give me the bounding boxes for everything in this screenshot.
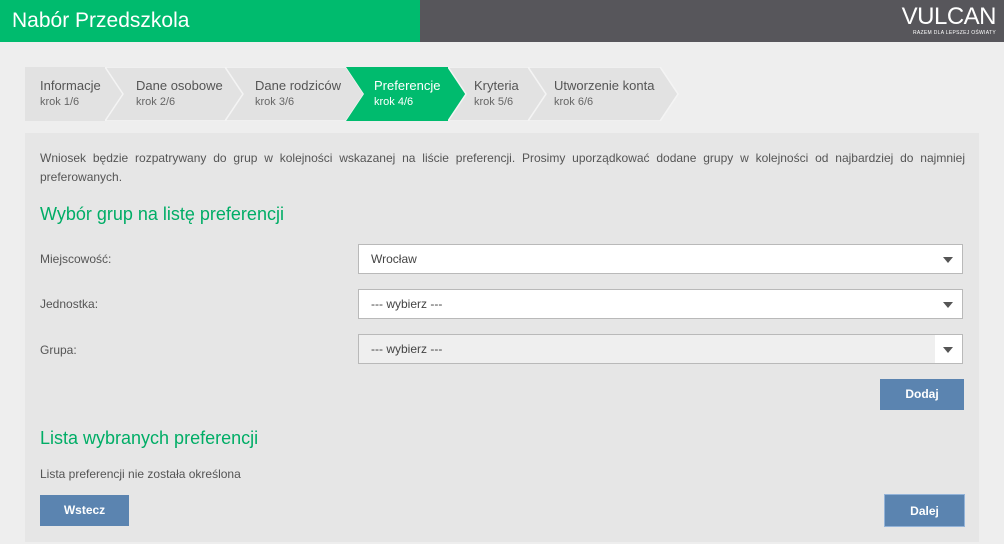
app-title: Nabór Przedszkola [0,0,420,42]
step-label: Dane osobowe [136,78,223,93]
header-bar: VULCAN RAZEM DLA LEPSZEJ OŚWIATY [420,0,1004,42]
chevron-down-icon [943,302,953,308]
add-button[interactable]: Dodaj [880,379,964,410]
logo-text: VULCAN [901,3,997,30]
chevron-down-icon [943,347,953,353]
step-label: Informacje [40,78,101,93]
unit-select-value: --- wybierz --- [371,297,443,311]
empty-list-message: Lista preferencji nie została określona [40,467,241,481]
next-button[interactable]: Dalej [884,494,965,527]
step-label: Kryteria [474,78,519,93]
unit-select[interactable]: --- wybierz --- [358,289,963,319]
preferences-panel: Wniosek będzie rozpatrywany do grup w ko… [25,133,979,542]
step-number: krok 5/6 [474,96,514,108]
city-select-value: Wrocław [371,252,417,266]
chevron-down-icon [943,257,953,263]
step-number: krok 6/6 [554,96,594,108]
step-number: krok 1/6 [40,96,80,108]
group-label: Grupa: [40,343,77,357]
back-button[interactable]: Wstecz [40,495,129,526]
group-select-value: --- wybierz --- [371,342,443,356]
step-number: krok 3/6 [255,96,295,108]
city-select[interactable]: Wrocław [358,244,963,274]
intro-text: Wniosek będzie rozpatrywany do grup w ko… [40,151,965,184]
step-number: krok 4/6 [374,96,414,108]
step-label: Preferencje [374,78,441,93]
logo-tagline: RAZEM DLA LEPSZEJ OŚWIATY [913,30,996,36]
wizard-steps: Informacje krok 1/6 Dane osobowe krok 2/6 … [25,67,681,121]
section-title-select: Wybór grup na listę preferencji [40,204,284,224]
vulcan-logo: VULCAN RAZEM DLA LEPSZEJ OŚWIATY [901,3,997,37]
step-label: Dane rodziców [255,78,341,93]
group-select[interactable]: --- wybierz --- [358,334,963,364]
step-number: krok 2/6 [136,96,176,108]
section-title-list: Lista wybranych preferencji [40,428,259,448]
unit-label: Jednostka: [40,297,99,311]
step-label: Utworzenie konta [554,78,655,93]
app-header: Nabór Przedszkola VULCAN RAZEM DLA LEPSZ… [0,0,1004,42]
city-label: Miejscowość: [40,252,112,266]
